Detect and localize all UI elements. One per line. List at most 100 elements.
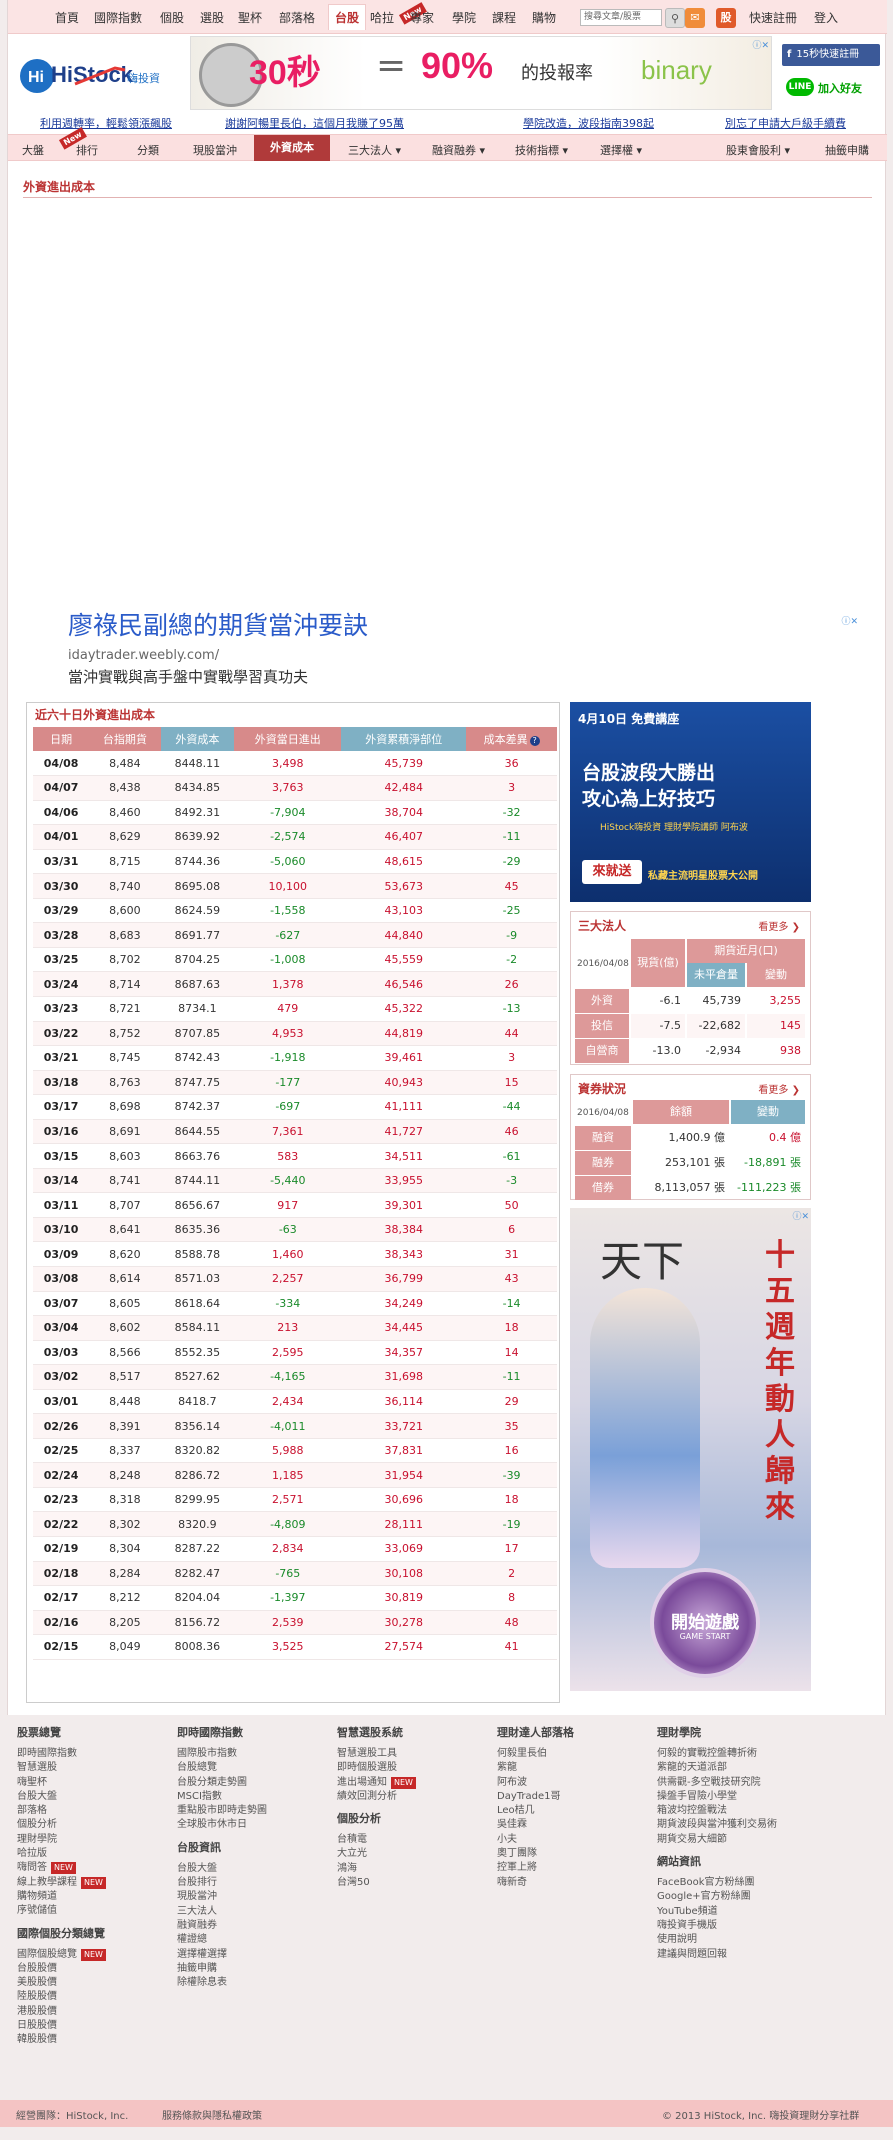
footer-link[interactable]: MSCI指數 bbox=[177, 1790, 327, 1804]
footer-link[interactable]: 理財學院 bbox=[17, 1833, 167, 1847]
footer-link[interactable]: 智慧選股 bbox=[17, 1761, 167, 1775]
footer-link[interactable]: 個股分析 bbox=[17, 1818, 167, 1832]
subnav-margin[interactable]: 融資融券 ▾ bbox=[432, 142, 485, 158]
promo-link-fee[interactable]: 別忘了申請大戶級手續費 bbox=[725, 115, 846, 131]
footer-link[interactable]: YouTube頻道 bbox=[657, 1905, 807, 1919]
footer-link[interactable]: FaceBook官方粉絲團 bbox=[657, 1876, 807, 1890]
footer-link[interactable]: 進出場通知 NEW bbox=[337, 1776, 487, 1790]
nav-academy[interactable]: 學院 bbox=[452, 9, 476, 26]
promo-link-academy[interactable]: 學院改造，波段指南398起 bbox=[523, 115, 654, 131]
footer-link[interactable]: 嗨聖杯 bbox=[17, 1776, 167, 1790]
subnav-ipo[interactable]: 抽籤申購 bbox=[825, 142, 869, 158]
nav-stock[interactable]: 個股 bbox=[160, 9, 184, 26]
footer-link[interactable]: 線上教學課程 NEW bbox=[17, 1876, 167, 1890]
nav-stock-picker[interactable]: 選股 bbox=[200, 9, 224, 26]
footer-link[interactable]: 吳佳霖 bbox=[497, 1818, 647, 1832]
nav-course[interactable]: 課程 bbox=[492, 9, 516, 26]
footer-link[interactable]: 融資融券 bbox=[177, 1919, 327, 1933]
footer-link[interactable]: 美股股價 bbox=[17, 1976, 167, 1990]
binary-ad-banner[interactable]: 30秒 = 90% 的投報率 binary ⓘ✕ bbox=[190, 36, 772, 110]
footer-link[interactable]: 現股當沖 bbox=[177, 1890, 327, 1904]
margin-more-link[interactable]: 看更多 ❯ bbox=[758, 1081, 800, 1096]
seminar-ad[interactable]: 4月10日 免費講座 台股波段大勝出 攻心為上好技巧 HiStock嗨投資 理財… bbox=[570, 702, 811, 902]
nav-intl-index[interactable]: 國際指數 bbox=[94, 9, 142, 26]
subnav-daytrade[interactable]: 現股當沖 bbox=[193, 142, 237, 158]
game-ad[interactable]: 天下 十五週年動人歸來 開始遊戲 GAME START ⓘ✕ bbox=[570, 1208, 811, 1691]
promo-link-thanks[interactable]: 謝謝阿暢里長伯，這個月我賺了95萬 bbox=[225, 115, 404, 131]
footer-link[interactable]: 台灣50 bbox=[337, 1876, 487, 1890]
ad-close-icon[interactable]: ⓘ✕ bbox=[841, 614, 858, 627]
subnav-dividend[interactable]: 股東會股利 ▾ bbox=[726, 142, 790, 158]
footer-link[interactable]: 小夫 bbox=[497, 1833, 647, 1847]
footer-link[interactable]: 購物頻道 bbox=[17, 1890, 167, 1904]
subnav-foreign-cost[interactable]: 外資成本 bbox=[254, 135, 330, 161]
subnav-category[interactable]: 分類 bbox=[137, 142, 159, 158]
nav-holy-grail[interactable]: 聖杯 bbox=[238, 9, 262, 26]
footer-link[interactable]: 台積電 bbox=[337, 1833, 487, 1847]
footer-link[interactable]: 期貨波段與當沖獲利交易術 bbox=[657, 1818, 807, 1832]
fb-register-button[interactable]: f 15秒快速註冊 bbox=[782, 44, 880, 66]
footer-link[interactable]: 三大法人 bbox=[177, 1905, 327, 1919]
register-link[interactable]: 快速註冊 bbox=[749, 9, 797, 26]
footer-link[interactable]: 即時個股選股 bbox=[337, 1761, 487, 1775]
footer-link[interactable]: 供需觀-多空戰技研究院 bbox=[657, 1776, 807, 1790]
subnav-market[interactable]: 大盤 bbox=[22, 142, 44, 158]
footer-link[interactable]: DayTrade1哥 bbox=[497, 1790, 647, 1804]
seminar-button[interactable]: 來就送 bbox=[582, 860, 642, 884]
footer-link[interactable]: 部落格 bbox=[17, 1804, 167, 1818]
footer-link[interactable]: 嗨投資手機版 bbox=[657, 1919, 807, 1933]
footer-link[interactable]: 抽籤申購 bbox=[177, 1962, 327, 1976]
footer-link[interactable]: 智慧選股工具 bbox=[337, 1747, 487, 1761]
nav-forum[interactable]: 哈拉 bbox=[370, 9, 394, 26]
logo[interactable]: Hi HiStock 嗨投資 bbox=[15, 52, 185, 96]
footer-link[interactable]: 建議與問題回報 bbox=[657, 1948, 807, 1962]
footer-link[interactable]: 哈拉版 bbox=[17, 1847, 167, 1861]
promo-link-turnover[interactable]: 利用週轉率，輕鬆領漲飆股 bbox=[40, 115, 172, 131]
footer-link[interactable]: 鴻海 bbox=[337, 1862, 487, 1876]
footer-link[interactable]: 除權除息表 bbox=[177, 1976, 327, 1990]
nav-taiwan-stock[interactable]: 台股 bbox=[328, 4, 367, 30]
footer-link[interactable]: 台股大盤 bbox=[17, 1790, 167, 1804]
footer-link[interactable]: 使用說明 bbox=[657, 1933, 807, 1947]
footer-link[interactable]: 阿布波 bbox=[497, 1776, 647, 1790]
footer-link[interactable]: 嗨新奇 bbox=[497, 1876, 647, 1890]
search-icon[interactable]: ⚲ bbox=[665, 8, 685, 28]
footer-link[interactable]: 選擇權選擇 bbox=[177, 1948, 327, 1962]
footer-link[interactable]: 陸股股價 bbox=[17, 1990, 167, 2004]
footer-link[interactable]: 何毅的實戰控盤轉折術 bbox=[657, 1747, 807, 1761]
nav-shopping[interactable]: 購物 bbox=[532, 9, 556, 26]
ad-close-icon[interactable]: ⓘ✕ bbox=[792, 1209, 809, 1222]
footer-link[interactable]: 台股分類走勢圖 bbox=[177, 1776, 327, 1790]
nav-expert[interactable]: 專家 bbox=[410, 9, 434, 26]
nav-home[interactable]: 首頁 bbox=[55, 9, 79, 26]
game-start-button[interactable]: 開始遊戲 GAME START bbox=[650, 1568, 760, 1678]
footer-link[interactable]: 台股股價 bbox=[17, 1962, 167, 1976]
footer-link[interactable]: 國際股市指數 bbox=[177, 1747, 327, 1761]
text-ad[interactable]: 廖祿民副總的期貨當沖要訣 idaytrader.weebly.com/ 當沖實戰… bbox=[68, 606, 858, 690]
footer-link[interactable]: 台股大盤 bbox=[177, 1862, 327, 1876]
login-link[interactable]: 登入 bbox=[814, 9, 838, 26]
share-icon[interactable]: 股 bbox=[716, 8, 736, 28]
footer-link[interactable]: 台股總覽 bbox=[177, 1761, 327, 1775]
footer-link[interactable]: 何毅里長伯 bbox=[497, 1747, 647, 1761]
subnav-technical[interactable]: 技術指標 ▾ bbox=[515, 142, 568, 158]
footer-link[interactable]: 重點股市即時走勢圖 bbox=[177, 1804, 327, 1818]
search-input[interactable]: 搜尋文章/股票 bbox=[580, 9, 662, 26]
footer-link[interactable]: 紫龍的天道派部 bbox=[657, 1761, 807, 1775]
footer-link[interactable]: 嗨問答 NEW bbox=[17, 1861, 167, 1875]
subnav-ranking[interactable]: 排行 bbox=[76, 142, 98, 158]
help-icon[interactable]: ? bbox=[529, 736, 540, 746]
ad-close-icon[interactable]: ⓘ✕ bbox=[752, 38, 769, 51]
footer-link[interactable]: 權證總 bbox=[177, 1933, 327, 1947]
institutional-more-link[interactable]: 看更多 ❯ bbox=[758, 918, 800, 933]
footer-link[interactable]: 績效回測分析 bbox=[337, 1790, 487, 1804]
footer-link[interactable]: 奧丁團隊 bbox=[497, 1847, 647, 1861]
footer-link[interactable]: 操盤手冒險小學堂 bbox=[657, 1790, 807, 1804]
ad-title[interactable]: 廖祿民副總的期貨當沖要訣 bbox=[68, 606, 368, 642]
mail-icon[interactable]: ✉ bbox=[685, 8, 705, 28]
footer-link[interactable]: 日股股價 bbox=[17, 2019, 167, 2033]
footer-link[interactable]: 台股排行 bbox=[177, 1876, 327, 1890]
subnav-institutional[interactable]: 三大法人 ▾ bbox=[348, 142, 401, 158]
footer-link[interactable]: 期貨交易大細節 bbox=[657, 1833, 807, 1847]
footer-link[interactable]: Leo桔几 bbox=[497, 1804, 647, 1818]
